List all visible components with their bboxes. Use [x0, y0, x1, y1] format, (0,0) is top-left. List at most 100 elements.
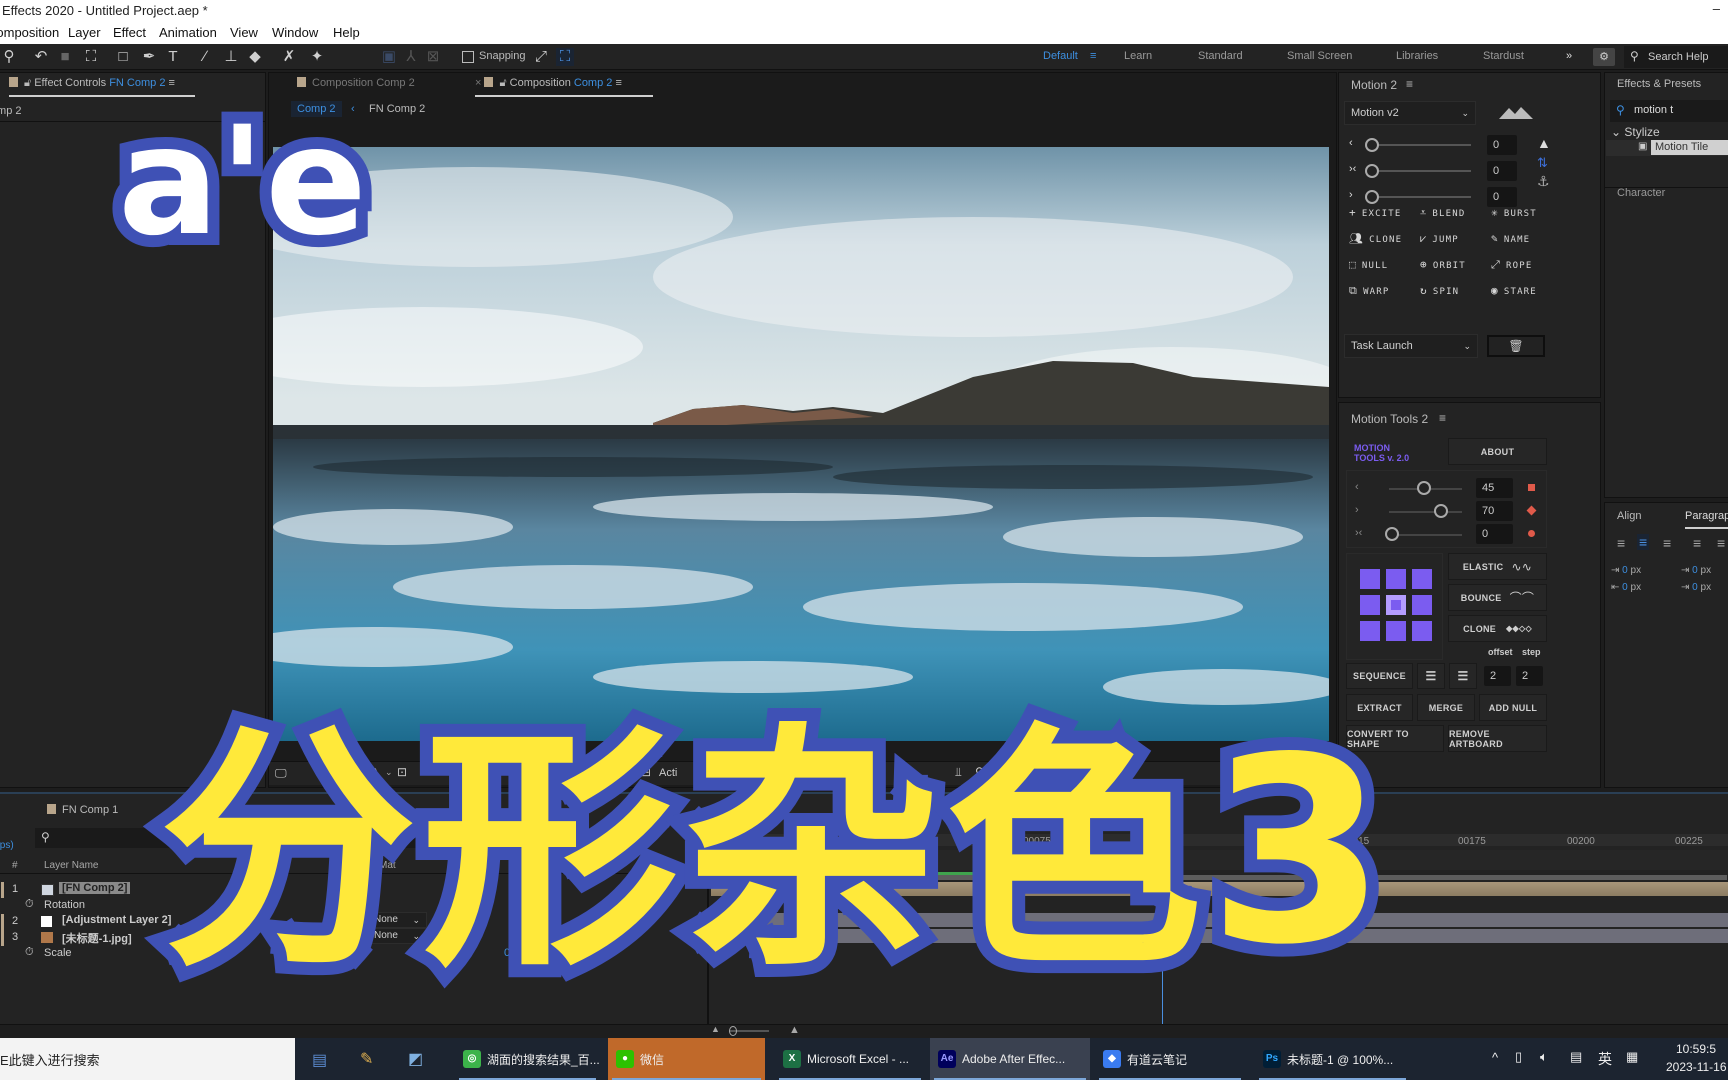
motion-tools-value-2[interactable]: 0 — [1476, 524, 1513, 544]
motion-tools-slider-1[interactable] — [1389, 511, 1462, 513]
menu-help[interactable]: Help — [333, 25, 360, 40]
motion2-slider-1[interactable] — [1369, 170, 1471, 172]
camera-tool-icon[interactable]: ■ — [56, 48, 74, 66]
align-center-icon[interactable]: ≡ — [1637, 534, 1650, 550]
brush-tool-icon[interactable]: ∕ — [196, 48, 214, 66]
offset-input[interactable]: 2 — [1484, 666, 1511, 686]
composition-viewer[interactable] — [273, 147, 1329, 741]
motion-tools-slider-2[interactable] — [1389, 534, 1462, 536]
taskbar-item-youdao[interactable]: ◆ 有道云笔记 — [1095, 1038, 1245, 1080]
anchor-point-0-2[interactable] — [1412, 569, 1432, 589]
rotate-tool-icon[interactable]: ↶ — [32, 48, 50, 66]
zoom-tool-icon[interactable]: ⚲ — [0, 48, 18, 66]
motion2-slider-2[interactable] — [1369, 196, 1471, 198]
workspace-default[interactable]: Default — [1043, 50, 1078, 62]
paint-icon[interactable]: ✎ — [360, 1049, 373, 1069]
motion2-value-1[interactable]: 0 — [1487, 161, 1517, 181]
excite-button[interactable]: + EXCITE — [1349, 206, 1402, 219]
mountains-icon[interactable] — [1499, 105, 1535, 119]
sequence-button[interactable]: SEQUENCE — [1346, 663, 1413, 689]
clock-date[interactable]: 2023-11-16 — [1666, 1060, 1727, 1074]
align-right-icon[interactable]: ≡ — [1663, 535, 1671, 551]
tray-overflow-icon[interactable]: ^ — [1492, 1050, 1498, 1065]
zoom-out-icon[interactable]: ▲ — [711, 1024, 720, 1034]
about-button[interactable]: ABOUT — [1448, 438, 1547, 465]
stopwatch-icon[interactable]: ⏱︎ — [25, 898, 34, 911]
volume-icon[interactable]: 🔈︎ — [1540, 1049, 1548, 1065]
orbit-button[interactable]: ⊕ ORBIT — [1420, 258, 1466, 271]
task-launch-dropdown[interactable]: Task Launch ⌄ — [1344, 334, 1478, 358]
anchor-point-0-0[interactable] — [1360, 569, 1380, 589]
stare-button[interactable]: ◉ STARE — [1491, 284, 1537, 297]
axis-view-icon[interactable]: ⊠ — [424, 48, 442, 66]
workspace-standard[interactable]: Standard — [1198, 50, 1243, 62]
sync-settings-icon[interactable]: ⚙ — [1593, 48, 1615, 66]
menu-layer[interactable]: Layer — [68, 25, 101, 40]
sequence-align-icon[interactable]: ☰ — [1449, 663, 1477, 689]
rocket-icon[interactable]: ▲ — [1537, 135, 1551, 151]
trash-button[interactable]: 🗑︎ — [1487, 335, 1545, 357]
justify-left-icon[interactable]: ≡ — [1693, 535, 1701, 551]
name-button[interactable]: ✎ NAME — [1491, 232, 1530, 245]
effect-controls-tab[interactable]: 🔓︎ Effect Controls FN Comp 2 ≡ — [9, 77, 175, 90]
anchor-point-2-1[interactable] — [1386, 621, 1406, 641]
anchor-point-1-0[interactable] — [1360, 595, 1380, 615]
motion2-value-2[interactable]: 0 — [1487, 187, 1517, 207]
blend-button[interactable]: ⩡ BLEND — [1420, 206, 1466, 220]
panel-menu-icon[interactable]: ≡ — [1439, 411, 1446, 425]
character-tab[interactable]: Character — [1617, 187, 1665, 199]
add-null-button[interactable]: ADD NULL — [1479, 694, 1547, 721]
motion-preset-dropdown[interactable]: Motion v2 ⌄ — [1344, 101, 1476, 125]
ime-indicator[interactable]: 英 — [1598, 1049, 1612, 1069]
elastic-button[interactable]: ELASTIC ∿∿ — [1448, 553, 1547, 580]
ime-mode-icon[interactable]: ▦ — [1626, 1049, 1638, 1065]
space-before-field[interactable]: ⇥ 0 px — [1681, 565, 1711, 576]
puppet-pin-tool-icon[interactable]: ✦ — [308, 48, 326, 66]
bounce-button[interactable]: BOUNCE ⌒⌒ — [1448, 584, 1547, 611]
workspace-libraries[interactable]: Libraries — [1396, 50, 1438, 62]
pan-behind-tool-icon[interactable]: ⛶ — [82, 48, 100, 66]
eraser-tool-icon[interactable]: ◆ — [246, 48, 264, 66]
snapping-checkbox[interactable] — [462, 51, 474, 63]
menu-effect[interactable]: Effect — [113, 25, 146, 40]
anchor-point-1-2[interactable] — [1412, 595, 1432, 615]
slider-handle[interactable] — [1365, 190, 1379, 204]
roto-brush-tool-icon[interactable]: ✗ — [280, 48, 298, 66]
taskbar-item-ps[interactable]: Ps 未标题-1 @ 100%... — [1255, 1038, 1410, 1080]
workspace-small-screen[interactable]: Small Screen — [1287, 50, 1352, 62]
anchor-point-0-1[interactable] — [1386, 569, 1406, 589]
motion-tools-value-0[interactable]: 45 — [1476, 478, 1513, 498]
tab-paragraph[interactable]: Paragraph — [1685, 510, 1728, 522]
taskbar-item-wechat[interactable]: ● 微信 — [608, 1038, 765, 1080]
panel-menu-icon[interactable]: ≡ — [1406, 77, 1413, 91]
stylize-category[interactable]: ⌄ Stylize — [1611, 125, 1660, 139]
workspace-menu-icon[interactable]: ≡ — [1090, 50, 1096, 62]
stopwatch-icon[interactable]: ⏱︎ — [25, 946, 34, 959]
sequence-stagger-icon[interactable]: ☰ — [1417, 663, 1445, 689]
panel-menu-icon[interactable]: ≡ — [615, 77, 621, 89]
motion-tile-item[interactable]: ▣ Motion Tile — [1606, 140, 1728, 156]
notes-icon[interactable]: ◩ — [408, 1049, 423, 1069]
circle-marker-icon[interactable] — [1528, 530, 1535, 537]
axis-world-icon[interactable]: ⅄ — [402, 48, 420, 66]
slider-handle[interactable] — [1385, 527, 1399, 541]
anchor-grid[interactable] — [1346, 553, 1443, 660]
snap-edges-icon[interactable]: ⤢ — [532, 48, 550, 66]
anchor-point-2-0[interactable] — [1360, 621, 1380, 641]
justify-center-icon[interactable]: ≡ — [1717, 535, 1725, 551]
slider-handle[interactable] — [1416, 481, 1431, 495]
tab-composition-comp2-inactive[interactable]: Composition Comp 2 — [297, 77, 415, 89]
network-icon[interactable]: ▯ — [1515, 1049, 1522, 1065]
menu-window[interactable]: Window — [272, 25, 318, 40]
slider-handle[interactable] — [1365, 164, 1379, 178]
input-panel-icon[interactable]: ▤ — [1570, 1049, 1582, 1065]
clock-time[interactable]: 10:59:5 — [1676, 1042, 1716, 1056]
effects-search-input[interactable]: ⚲ motion t — [1610, 100, 1728, 122]
tab-align[interactable]: Align — [1617, 510, 1641, 522]
slider-handle[interactable] — [1434, 504, 1448, 518]
null-button[interactable]: ⬚ NULL — [1349, 258, 1388, 271]
pen-tool-icon[interactable]: ✒ — [140, 48, 158, 66]
anchor-point-1-1[interactable] — [1386, 595, 1406, 615]
menu-animation[interactable]: Animation — [159, 25, 217, 40]
workspace-stardust[interactable]: Stardust — [1483, 50, 1524, 62]
